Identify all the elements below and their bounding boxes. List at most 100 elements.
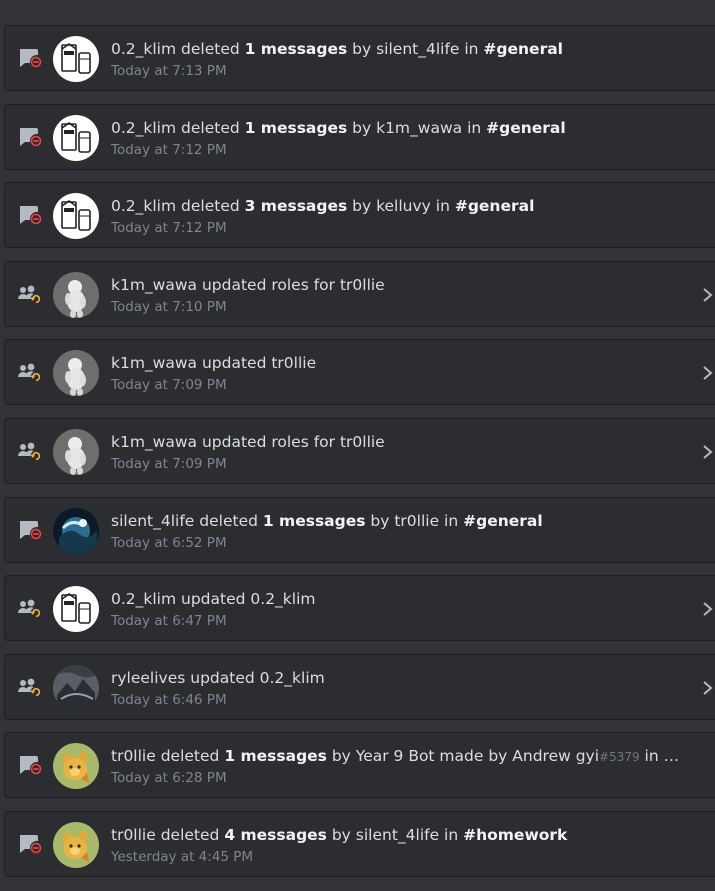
audit-log-entry: 0.2_klim deleted 3 messages by kelluvy i… bbox=[4, 182, 715, 249]
action-text: deleted bbox=[176, 197, 245, 216]
action-text: updated bbox=[176, 590, 251, 609]
by-text: by bbox=[347, 197, 377, 216]
target-name: k1m_wawa bbox=[376, 118, 463, 137]
action-text: updated roles for bbox=[197, 275, 340, 294]
avatar[interactable] bbox=[53, 193, 99, 240]
entry-summary: silent_4life deleted 1 messages by tr0ll… bbox=[111, 510, 681, 532]
message-delete-icon bbox=[17, 203, 43, 227]
audit-log-entry[interactable]: ryleelives updated 0.2_klim Today at 6:46… bbox=[4, 653, 715, 720]
entry-summary: 0.2_klim deleted 1 messages by silent_4l… bbox=[111, 38, 681, 60]
timestamp: Today at 6:47 PM bbox=[111, 613, 227, 630]
chevron-right-icon[interactable] bbox=[700, 286, 715, 304]
target-name: 0.2_klim bbox=[259, 668, 325, 687]
audit-log-entry[interactable]: k1m_wawa updated roles for tr0llie Today … bbox=[4, 260, 715, 327]
message-delete-icon bbox=[17, 753, 43, 777]
entry-summary: ryleelives updated 0.2_klim bbox=[111, 667, 681, 689]
channel-name: #general bbox=[486, 118, 566, 137]
by-text: by bbox=[326, 826, 356, 844]
timestamp: Today at 7:10 PM bbox=[111, 298, 227, 315]
target-name: tr0llie bbox=[339, 433, 385, 451]
audit-log-entry[interactable]: k1m_wawa updated roles for tr0llie Today … bbox=[4, 418, 715, 484]
member-update-icon bbox=[17, 675, 43, 699]
target-name: tr0llie bbox=[394, 511, 440, 530]
target-name: silent_4life bbox=[376, 40, 460, 58]
avatar[interactable] bbox=[53, 36, 99, 82]
actor-name: 0.2_klim bbox=[111, 590, 177, 609]
entry-summary: 0.2_klim updated 0.2_klim bbox=[111, 588, 681, 610]
message-delete-icon bbox=[17, 46, 43, 70]
audit-log-entry: 0.2_klim deleted 1 messages by k1m_wawa … bbox=[4, 103, 715, 170]
chevron-right-icon[interactable] bbox=[700, 443, 715, 461]
timestamp: Today at 6:28 PM bbox=[111, 770, 227, 787]
avatar[interactable] bbox=[53, 664, 99, 711]
actor-name: k1m_wawa bbox=[111, 275, 198, 294]
target-name: kelluvy bbox=[376, 197, 431, 216]
member-update-icon bbox=[17, 596, 43, 620]
actor-name: 0.2_klim bbox=[111, 40, 177, 58]
entry-summary: k1m_wawa updated tr0llie bbox=[111, 352, 681, 374]
member-update-icon bbox=[17, 282, 43, 306]
timestamp: Today at 7:09 PM bbox=[111, 456, 227, 472]
entry-summary: tr0llie deleted 1 messages by Year 9 Bot… bbox=[111, 745, 681, 768]
timestamp: Yesterday at 4:45 PM bbox=[111, 849, 254, 865]
action-text: updated roles for bbox=[197, 433, 340, 451]
audit-log-entry: 0.2_klim deleted 1 messages by silent_4l… bbox=[4, 25, 715, 91]
in-text: in bbox=[459, 40, 484, 58]
chevron-right-icon[interactable] bbox=[700, 679, 715, 697]
avatar[interactable] bbox=[53, 350, 99, 397]
avatar[interactable] bbox=[53, 586, 99, 633]
in-text: in bbox=[430, 197, 455, 216]
message-count: 1 messages bbox=[224, 747, 327, 766]
target-name: tr0llie bbox=[271, 354, 317, 373]
entry-summary: 0.2_klim deleted 3 messages by kelluvy i… bbox=[111, 195, 681, 217]
member-update-icon bbox=[17, 360, 43, 384]
entry-summary: tr0llie deleted 4 messages by silent_4li… bbox=[111, 824, 681, 846]
avatar[interactable] bbox=[53, 822, 99, 868]
actor-name: tr0llie bbox=[111, 747, 156, 766]
by-text: by bbox=[365, 511, 395, 530]
message-count: 1 messages bbox=[262, 511, 366, 530]
channel-name: #homework bbox=[463, 826, 568, 844]
member-update-icon bbox=[17, 439, 43, 463]
action-text: deleted bbox=[155, 747, 225, 766]
target-name: silent_4life bbox=[355, 826, 440, 844]
timestamp: Today at 7:12 PM bbox=[111, 220, 227, 237]
actor-name: k1m_wawa bbox=[111, 354, 198, 373]
message-delete-icon bbox=[17, 125, 43, 149]
audit-log-list: 0.2_klim deleted 1 messages by silent_4l… bbox=[0, 0, 715, 891]
target-name: 0.2_klim bbox=[250, 590, 316, 609]
chevron-right-icon[interactable] bbox=[700, 364, 715, 382]
avatar[interactable] bbox=[53, 507, 99, 554]
action-text: updated bbox=[185, 668, 260, 687]
channel-name: #general bbox=[483, 40, 563, 58]
timestamp: Today at 7:09 PM bbox=[111, 377, 227, 394]
avatar[interactable] bbox=[53, 429, 99, 475]
message-count: 3 messages bbox=[244, 197, 348, 216]
actor-name: silent_4life bbox=[111, 511, 195, 530]
avatar[interactable] bbox=[53, 114, 99, 161]
audit-log-entry: tr0llie deleted 4 messages by silent_4li… bbox=[4, 811, 715, 877]
message-count: 1 messages bbox=[244, 40, 348, 58]
action-text: deleted bbox=[155, 826, 225, 844]
message-count: 4 messages bbox=[224, 826, 327, 844]
avatar[interactable] bbox=[53, 271, 99, 318]
channel-name: #general bbox=[463, 511, 543, 530]
in-text: in bbox=[439, 826, 464, 844]
entry-summary: k1m_wawa updated roles for tr0llie bbox=[111, 274, 681, 296]
target-name: tr0llie bbox=[339, 275, 385, 294]
chevron-right-icon[interactable] bbox=[700, 600, 715, 618]
actor-name: 0.2_klim bbox=[111, 118, 177, 137]
message-delete-icon bbox=[17, 518, 43, 542]
action-text: updated bbox=[197, 354, 272, 373]
by-text: by bbox=[326, 747, 356, 766]
audit-log-entry: silent_4life deleted 1 messages by tr0ll… bbox=[4, 496, 715, 563]
message-delete-icon bbox=[17, 832, 43, 856]
channel-name: #general bbox=[454, 197, 535, 216]
by-text: by bbox=[347, 40, 377, 58]
audit-log-entry[interactable]: k1m_wawa updated tr0llie Today at 7:09 PM bbox=[4, 339, 715, 406]
timestamp: Today at 7:13 PM bbox=[111, 63, 227, 79]
audit-log-entry[interactable]: 0.2_klim updated 0.2_klim Today at 6:47 P… bbox=[4, 575, 715, 642]
avatar[interactable] bbox=[53, 743, 99, 790]
timestamp: Today at 7:12 PM bbox=[111, 141, 227, 158]
action-text: deleted bbox=[176, 118, 245, 137]
